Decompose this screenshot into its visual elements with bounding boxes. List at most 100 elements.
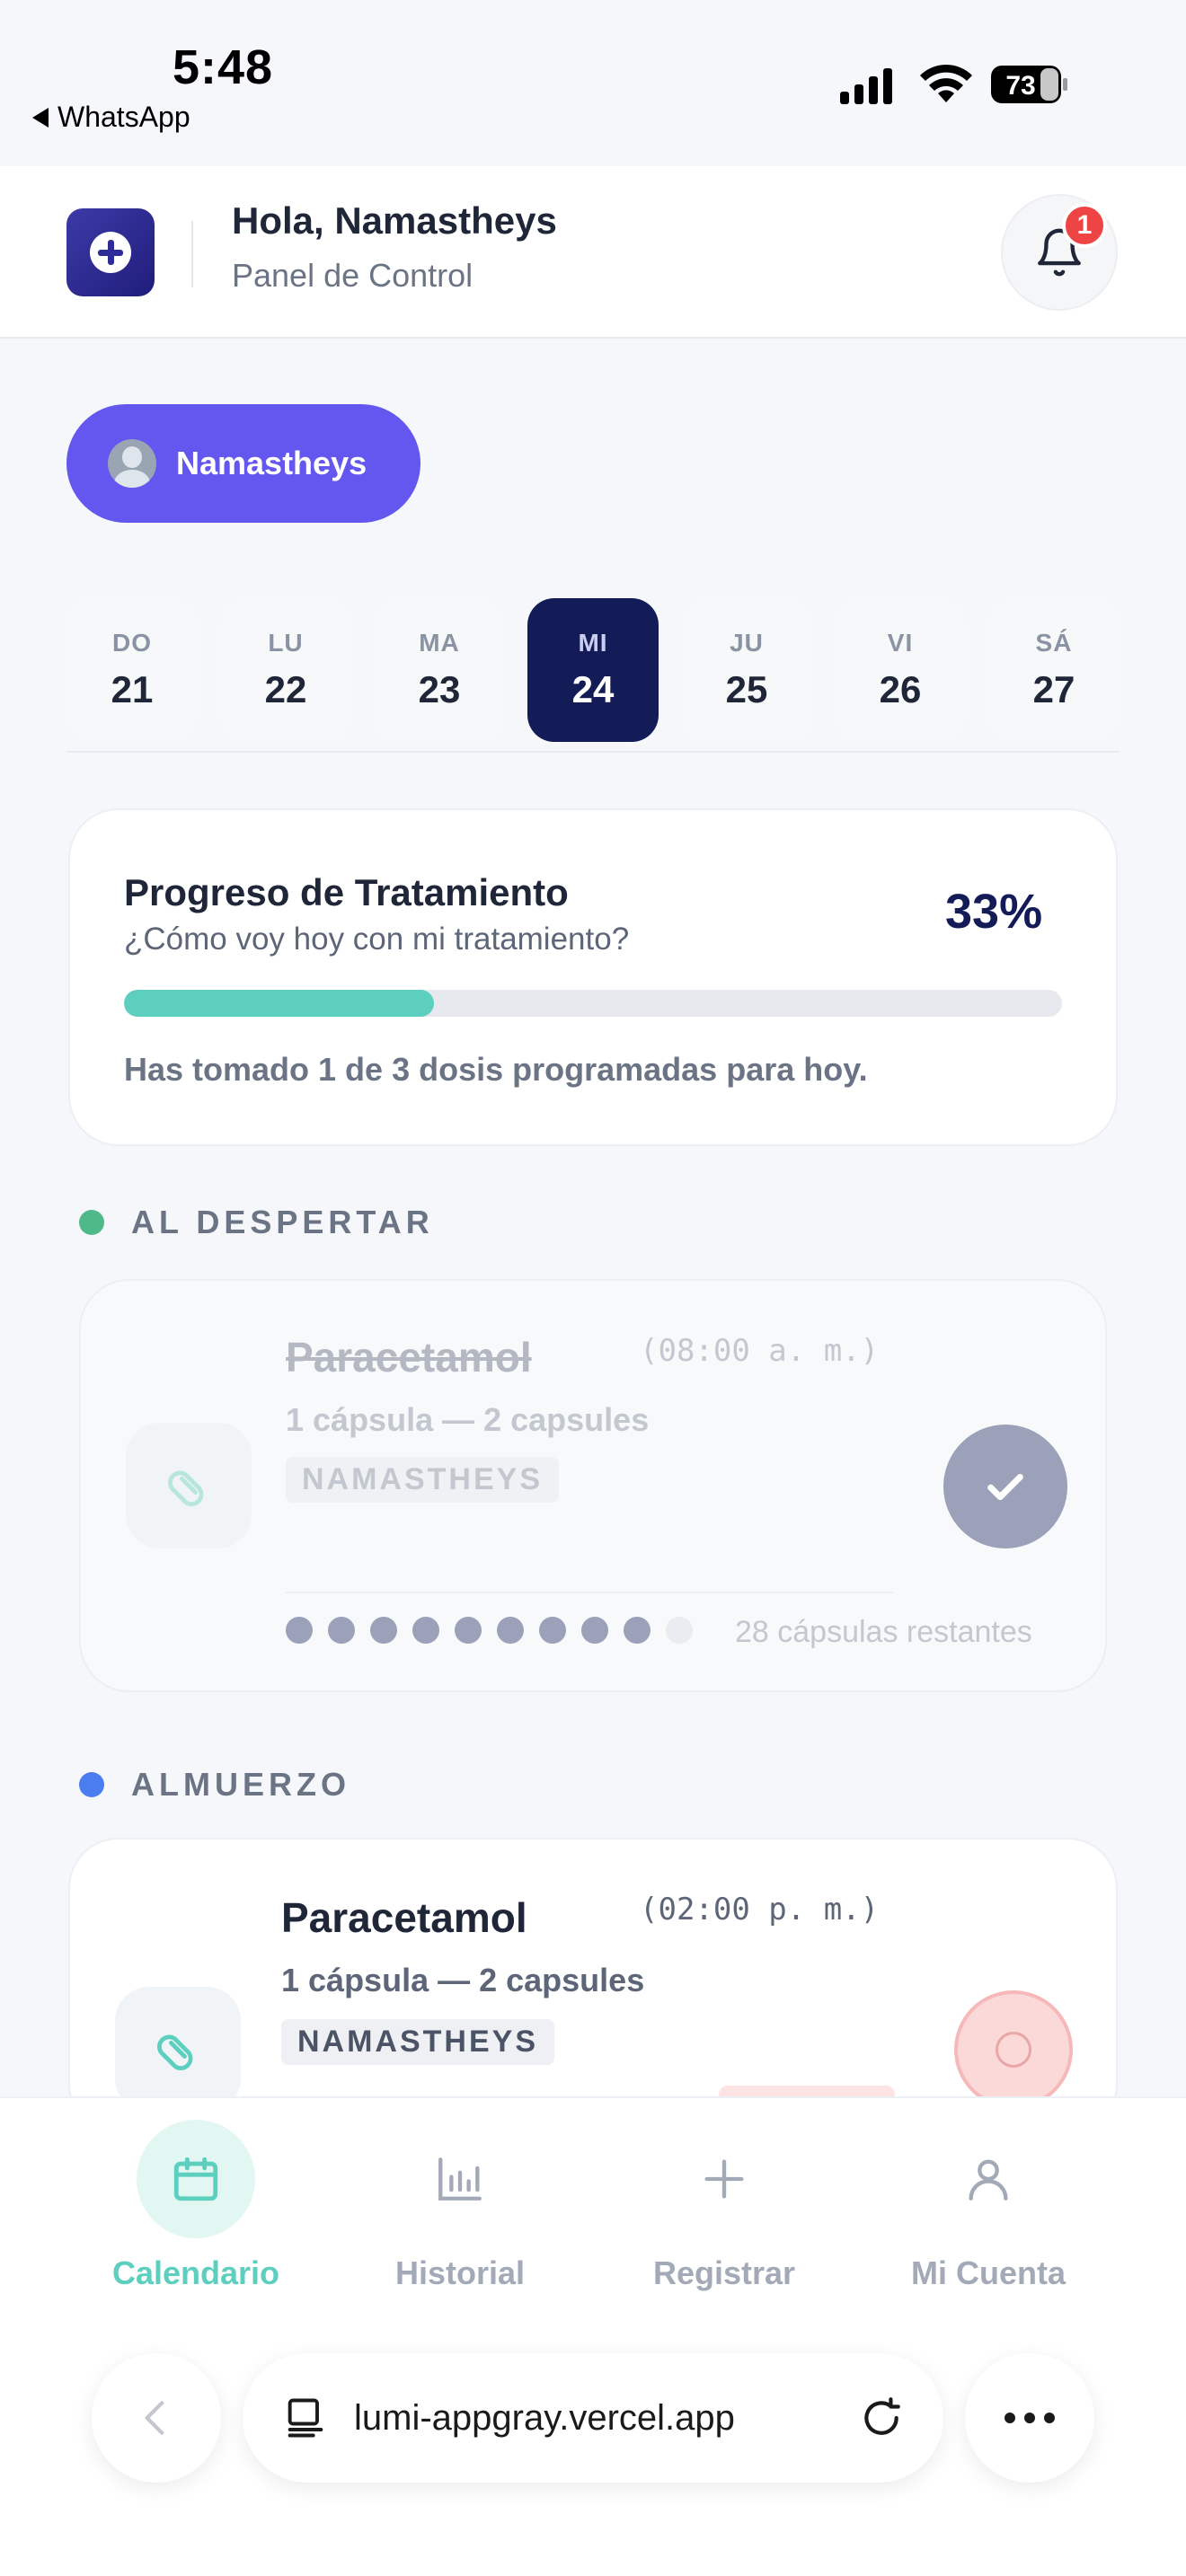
- day-wednesday-selected[interactable]: MI 24: [527, 598, 659, 742]
- day-label: LU: [268, 629, 304, 657]
- capsule-dot: [624, 1617, 651, 1644]
- day-label: VI: [887, 629, 914, 657]
- medication-name: Paracetamol: [281, 1894, 527, 1941]
- reload-icon[interactable]: [859, 2395, 904, 2440]
- profile-selector-chip[interactable]: Namastheys: [66, 404, 420, 523]
- capsules-remaining: 28 cápsulas restantes: [735, 1615, 1032, 1649]
- app-logo[interactable]: [66, 208, 155, 296]
- medication-dose: 1 cápsula — 2 capsules: [281, 1962, 645, 1998]
- browser-url-bar[interactable]: lumi-appgray.vercel.app: [243, 2353, 943, 2483]
- dose-taken-button[interactable]: [943, 1425, 1067, 1548]
- medication-time: (02:00 p. m.): [640, 1892, 880, 1928]
- day-number: 27: [1032, 668, 1075, 710]
- card-divider: [286, 1592, 893, 1593]
- browser-back-button[interactable]: [92, 2353, 221, 2483]
- pill-icon-box: [115, 1987, 241, 2113]
- medication-dose: 1 cápsula — 2 capsules: [286, 1401, 650, 1438]
- progress-message: Has tomado 1 de 3 dosis programadas para…: [124, 1051, 868, 1088]
- capsule-dot: [581, 1617, 608, 1644]
- avatar: [108, 439, 156, 488]
- back-app-label: WhatsApp: [58, 101, 190, 133]
- progress-bar: [124, 990, 1062, 1017]
- section-wake: AL DESPERTAR: [79, 1204, 434, 1241]
- progress-percent: 33%: [945, 885, 1043, 939]
- back-to-app-link[interactable]: WhatsApp: [32, 101, 190, 134]
- battery-level: 73: [1005, 71, 1035, 101]
- browser-more-button[interactable]: [965, 2353, 1094, 2483]
- day-number: 26: [879, 668, 922, 710]
- more-dot: [1044, 2413, 1055, 2423]
- nav-icon-wrap: [137, 2120, 255, 2238]
- nav-icon-wrap: [665, 2120, 783, 2238]
- profile-name: Namastheys: [176, 445, 367, 481]
- url-text: lumi-appgray.vercel.app: [354, 2397, 735, 2438]
- section-label: ALMUERZO: [131, 1766, 350, 1803]
- day-label: MI: [578, 629, 608, 657]
- capsule-dot: [328, 1617, 355, 1644]
- nav-account[interactable]: Mi Cuenta: [854, 2120, 1123, 2308]
- battery-icon: 73: [991, 66, 1067, 103]
- chevron-left-icon: [145, 2401, 164, 2435]
- day-tuesday[interactable]: MA 23: [374, 598, 505, 742]
- medication-name: Paracetamol: [286, 1334, 532, 1381]
- section-label: AL DESPERTAR: [131, 1204, 434, 1240]
- capsule-dot: [412, 1617, 439, 1644]
- treatment-progress-card: [68, 808, 1118, 1146]
- capsule-dot: [497, 1617, 524, 1644]
- dose-pending-button[interactable]: [954, 1990, 1073, 2109]
- day-thursday[interactable]: JU 25: [681, 598, 812, 742]
- more-dot: [1005, 2413, 1015, 2423]
- missed-label-hint: [719, 2086, 895, 2096]
- week-day-selector: DO 21 LU 22 MA 23 MI 24 JU 25 VI 26 SÁ 27: [66, 598, 1120, 753]
- nav-calendar[interactable]: Calendario: [61, 2120, 331, 2308]
- bar-chart-icon: [438, 2157, 482, 2201]
- greeting-title: Hola, Namastheys: [232, 199, 557, 242]
- patient-tag: NAMASTHEYS: [281, 2019, 555, 2065]
- day-monday[interactable]: LU 22: [220, 598, 351, 742]
- days-divider: [66, 751, 1120, 753]
- day-number: 22: [264, 668, 307, 710]
- nav-label: Registrar: [652, 2254, 796, 2291]
- day-number: 25: [725, 668, 768, 710]
- day-label: JU: [730, 629, 764, 657]
- pill-icon: [168, 1470, 204, 1506]
- day-number: 21: [111, 668, 154, 710]
- empty-circle-icon: [996, 2032, 1031, 2068]
- capsule-counter: [286, 1617, 693, 1644]
- nav-label: Calendario: [111, 2254, 280, 2291]
- check-icon: [987, 1474, 1023, 1501]
- progress-title: Progreso de Tratamiento: [124, 871, 569, 913]
- page-subtitle: Panel de Control: [232, 257, 474, 294]
- medical-plus-icon: [90, 232, 131, 273]
- nav-register[interactable]: Registrar: [589, 2120, 859, 2308]
- nav-history[interactable]: Historial: [325, 2120, 595, 2308]
- capsule-dot: [370, 1617, 397, 1644]
- cellular-signal-icon: [840, 66, 892, 104]
- calendar-icon: [173, 2157, 218, 2201]
- nav-icon-wrap: [929, 2120, 1048, 2238]
- day-label: DO: [112, 629, 152, 657]
- day-friday[interactable]: VI 26: [835, 598, 966, 742]
- capsule-dot: [539, 1617, 566, 1644]
- progress-subtitle: ¿Cómo voy hoy con mi tratamiento?: [124, 922, 630, 957]
- day-saturday[interactable]: SÁ 27: [988, 598, 1120, 742]
- user-icon: [969, 2159, 1008, 2201]
- section-dot: [79, 1210, 104, 1235]
- day-sunday[interactable]: DO 21: [66, 598, 198, 742]
- section-dot: [79, 1772, 104, 1797]
- nav-label: Mi Cuenta: [910, 2254, 1066, 2291]
- capsule-dot: [666, 1617, 693, 1644]
- pill-icon: [157, 2034, 193, 2070]
- day-number: 24: [571, 668, 615, 710]
- progress-bar-fill: [124, 990, 434, 1017]
- page-settings-icon: [288, 2398, 323, 2438]
- more-dot: [1024, 2413, 1035, 2423]
- header-divider: [191, 221, 193, 287]
- day-number: 23: [418, 668, 461, 710]
- pill-icon-box: [126, 1423, 252, 1548]
- capsule-dot: [286, 1617, 313, 1644]
- back-triangle-icon: [32, 107, 49, 128]
- plus-icon: [704, 2159, 744, 2199]
- status-time: 5:48: [173, 40, 274, 94]
- wifi-icon: [920, 64, 972, 102]
